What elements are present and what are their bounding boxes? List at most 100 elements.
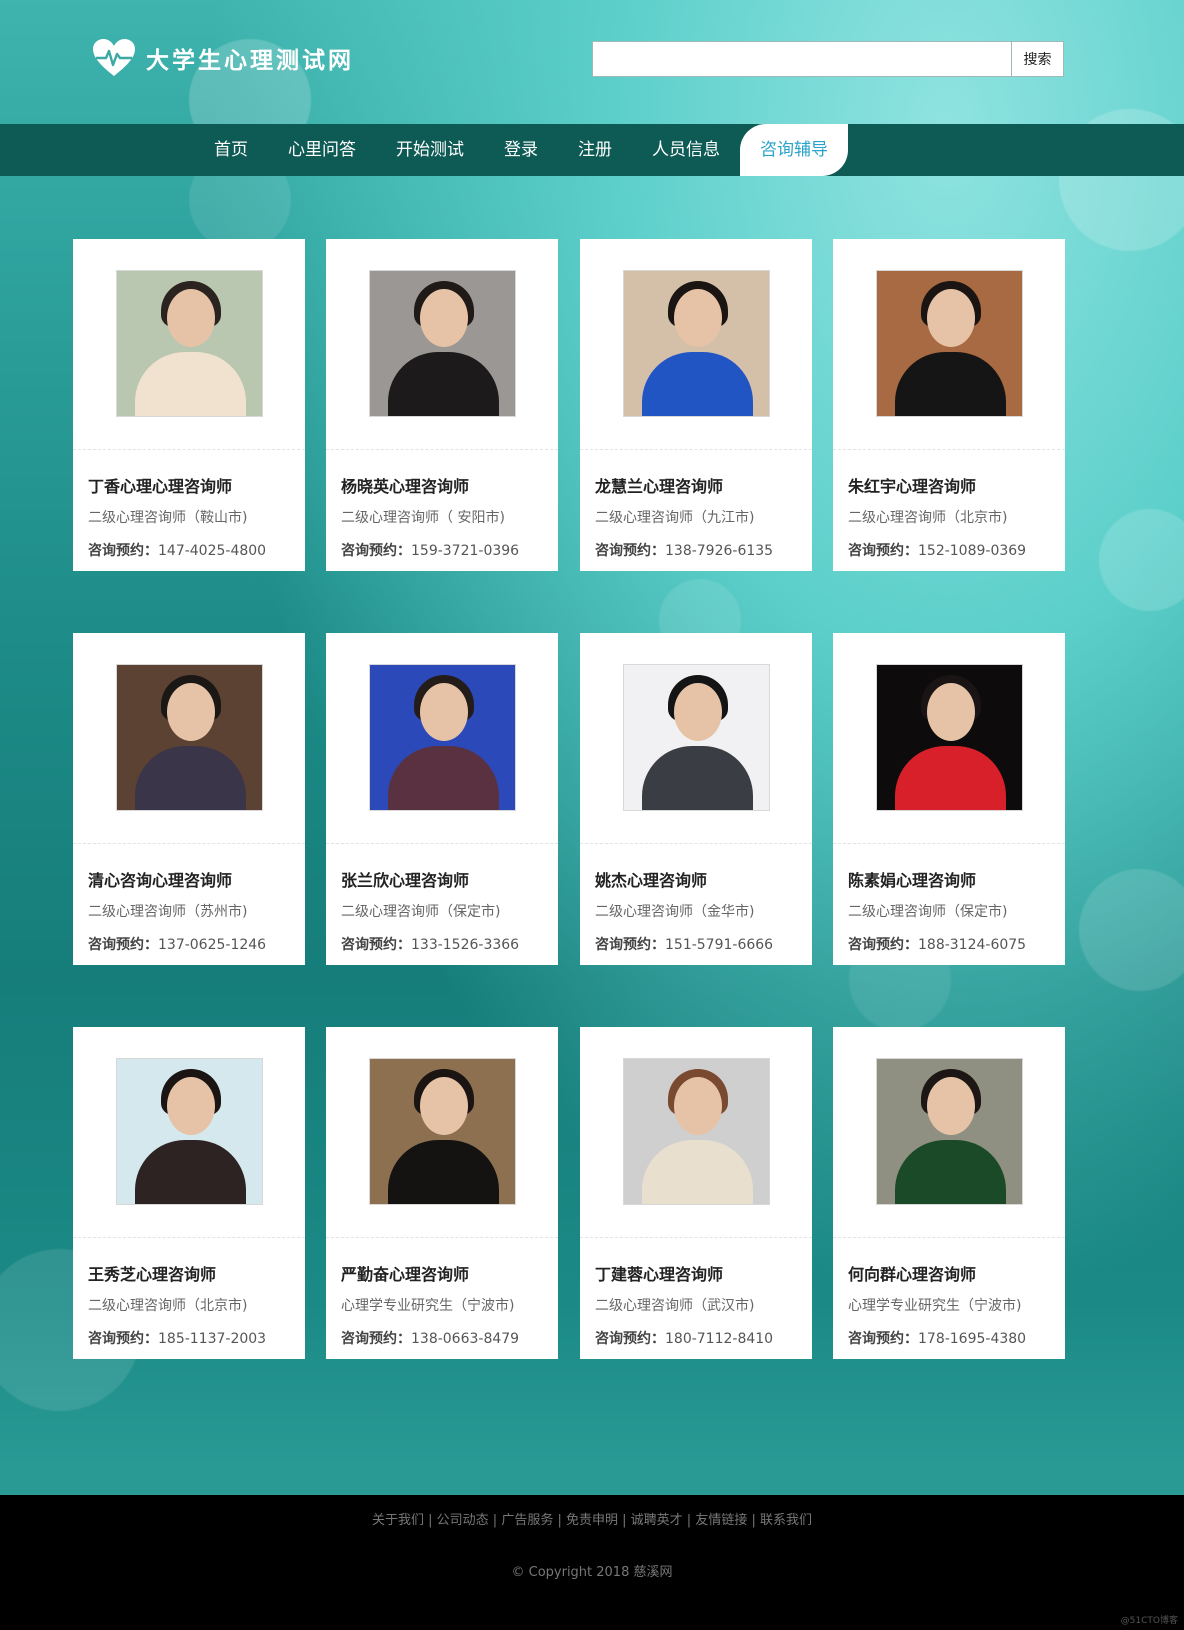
phone-number: 159-3721-0396 (411, 543, 520, 559)
phone-number: 188-3124-6075 (918, 937, 1027, 953)
card-divider (73, 449, 305, 450)
footer-link-disclaimer[interactable]: 免责申明 (566, 1513, 618, 1528)
phone-label: 咨询预约： (595, 543, 665, 559)
counselor-photo[interactable] (116, 1058, 263, 1205)
counselor-card[interactable]: 丁建蓉心理咨询师二级心理咨询师（武汉市) 咨询预约：180-7112-8410 (580, 1027, 812, 1359)
photo-face (420, 683, 468, 741)
site-title: 大学生心理测试网 (146, 47, 354, 74)
counselor-name[interactable]: 严勤奋心理咨询师 (341, 1261, 469, 1285)
counselor-phone: 咨询预约：137-0625-1246 (88, 934, 266, 954)
nav-item-counseling[interactable]: 咨询辅导 (740, 124, 848, 176)
counselor-card[interactable]: 朱红宇心理咨询师二级心理咨询师（北京市) 咨询预约：152-1089-0369 (833, 239, 1065, 571)
counselor-name[interactable]: 朱红宇心理咨询师 (848, 473, 976, 497)
search-button[interactable]: 搜索 (1011, 41, 1064, 77)
site-header: 大学生心理测试网 搜索 (0, 0, 1184, 124)
phone-label: 咨询预约： (341, 937, 411, 953)
card-divider (73, 843, 305, 844)
counselor-name[interactable]: 姚杰心理咨询师 (595, 867, 707, 891)
counselor-card[interactable]: 何向群心理咨询师 心理学专业研究生（宁波市) 咨询预约：178-1695-4380 (833, 1027, 1065, 1359)
counselor-card[interactable]: 清心咨询心理咨询师二级心理咨询师（苏州市) 咨询预约：137-0625-1246 (73, 633, 305, 965)
photo-face (167, 289, 215, 347)
phone-label: 咨询预约： (341, 543, 411, 559)
copyright-text: © Copyright 2018 慈溪网 (511, 1565, 673, 1580)
watermark-text: @51CTO博客 (1120, 1616, 1178, 1626)
counselor-card[interactable]: 杨晓英心理咨询师 二级心理咨询师（ 安阳市) 咨询预约：159-3721-0396 (326, 239, 558, 571)
counselor-phone: 咨询预约：147-4025-4800 (88, 540, 266, 560)
counselor-phone: 咨询预约：159-3721-0396 (341, 540, 519, 560)
photo-face (927, 289, 975, 347)
counselor-phone: 咨询预约：180-7112-8410 (595, 1328, 773, 1348)
counselor-photo[interactable] (876, 1058, 1023, 1205)
counselor-card[interactable]: 张兰欣心理咨询师二级心理咨询师（保定市) 咨询预约：133-1526-3366 (326, 633, 558, 965)
phone-number: 185-1137-2003 (158, 1331, 267, 1347)
counselor-name[interactable]: 杨晓英心理咨询师 (341, 473, 469, 497)
search-input[interactable] (592, 41, 1012, 77)
counselor-title: 二级心理咨询师（武汉市) (595, 1298, 755, 1314)
footer-link-news[interactable]: 公司动态 (437, 1513, 489, 1528)
counselor-phone: 咨询预约：133-1526-3366 (341, 934, 519, 954)
photo-face (420, 289, 468, 347)
counselor-name[interactable]: 龙慧兰心理咨询师 (595, 473, 723, 497)
phone-number: 178-1695-4380 (918, 1331, 1027, 1347)
photo-face (674, 289, 722, 347)
counselor-title: 二级心理咨询师（苏州市) (88, 904, 248, 920)
counselor-card[interactable]: 丁香心理心理咨询师二级心理咨询师（鞍山市) 咨询预约：147-4025-4800 (73, 239, 305, 571)
counselor-photo[interactable] (116, 270, 263, 417)
footer-link-contact[interactable]: 联系我们 (760, 1513, 812, 1528)
card-divider (73, 1237, 305, 1238)
footer-link-about[interactable]: 关于我们 (372, 1513, 424, 1528)
site-logo[interactable]: 大学生心理测试网 (92, 38, 354, 78)
counselor-title: 二级心理咨询师（九江市) (595, 510, 755, 526)
main-nav: 首页 心里问答 开始测试 登录 注册 人员信息 咨询辅导 (0, 124, 1184, 176)
counselor-name[interactable]: 清心咨询心理咨询师 (88, 867, 232, 891)
counselor-title: 二级心理咨询师（保定市) (341, 904, 501, 920)
counselor-name[interactable]: 王秀芝心理咨询师 (88, 1261, 216, 1285)
photo-face (167, 1077, 215, 1135)
counselor-name[interactable]: 丁建蓉心理咨询师 (595, 1261, 723, 1285)
counselor-phone: 咨询预约：152-1089-0369 (848, 540, 1026, 560)
counselor-card[interactable]: 王秀芝心理咨询师 二级心理咨询师（北京市) 咨询预约：185-1137-2003 (73, 1027, 305, 1359)
phone-number: 152-1089-0369 (918, 543, 1027, 559)
counselor-photo[interactable] (369, 270, 516, 417)
counselor-photo[interactable] (876, 270, 1023, 417)
counselor-card[interactable]: 严勤奋心理咨询师 心理学专业研究生（宁波市) 咨询预约：138-0663-8479 (326, 1027, 558, 1359)
phone-label: 咨询预约： (595, 937, 665, 953)
counselor-title: 二级心理咨询师（保定市) (848, 904, 1008, 920)
counselor-photo[interactable] (623, 270, 770, 417)
nav-item-qa[interactable]: 心里问答 (268, 124, 376, 176)
counselor-photo[interactable] (369, 1058, 516, 1205)
counselor-card[interactable]: 陈素娟心理咨询师二级心理咨询师（保定市) 咨询预约：188-3124-6075 (833, 633, 1065, 965)
counselor-name[interactable]: 张兰欣心理咨询师 (341, 867, 469, 891)
counselor-name[interactable]: 何向群心理咨询师 (848, 1261, 976, 1285)
photo-face (927, 683, 975, 741)
counselor-phone: 咨询预约：188-3124-6075 (848, 934, 1026, 954)
counselor-photo[interactable] (369, 664, 516, 811)
counselor-photo[interactable] (623, 1058, 770, 1205)
phone-label: 咨询预约： (848, 543, 918, 559)
card-divider (326, 843, 558, 844)
counselor-photo[interactable] (876, 664, 1023, 811)
phone-number: 147-4025-4800 (158, 543, 267, 559)
footer-link-friends[interactable]: 友情链接 (695, 1513, 747, 1528)
nav-item-start-test[interactable]: 开始测试 (376, 124, 484, 176)
counselor-name[interactable]: 陈素娟心理咨询师 (848, 867, 976, 891)
footer-link-careers[interactable]: 诚聘英才 (631, 1513, 683, 1528)
counselor-photo[interactable] (623, 664, 770, 811)
counselor-photo[interactable] (116, 664, 263, 811)
footer-link-ads[interactable]: 广告服务 (501, 1513, 553, 1528)
counselor-title: 二级心理咨询师（北京市) (848, 510, 1008, 526)
card-divider (833, 843, 1065, 844)
phone-number: 138-0663-8479 (411, 1331, 520, 1347)
counselor-card[interactable]: 姚杰心理咨询师 二级心理咨询师（金华市) 咨询预约：151-5791-6666 (580, 633, 812, 965)
phone-number: 137-0625-1246 (158, 937, 267, 953)
nav-item-home[interactable]: 首页 (194, 124, 268, 176)
nav-item-login[interactable]: 登录 (484, 124, 558, 176)
counselor-phone: 咨询预约：138-0663-8479 (341, 1328, 519, 1348)
nav-item-staff-info[interactable]: 人员信息 (632, 124, 740, 176)
counselor-title: 二级心理咨询师（鞍山市) (88, 510, 248, 526)
photo-face (674, 683, 722, 741)
counselor-card[interactable]: 龙慧兰心理咨询师 二级心理咨询师（九江市) 咨询预约：138-7926-6135 (580, 239, 812, 571)
counselor-name[interactable]: 丁香心理心理咨询师 (88, 473, 232, 497)
nav-item-register[interactable]: 注册 (558, 124, 632, 176)
counselor-title: 二级心理咨询师（北京市) (88, 1298, 248, 1314)
